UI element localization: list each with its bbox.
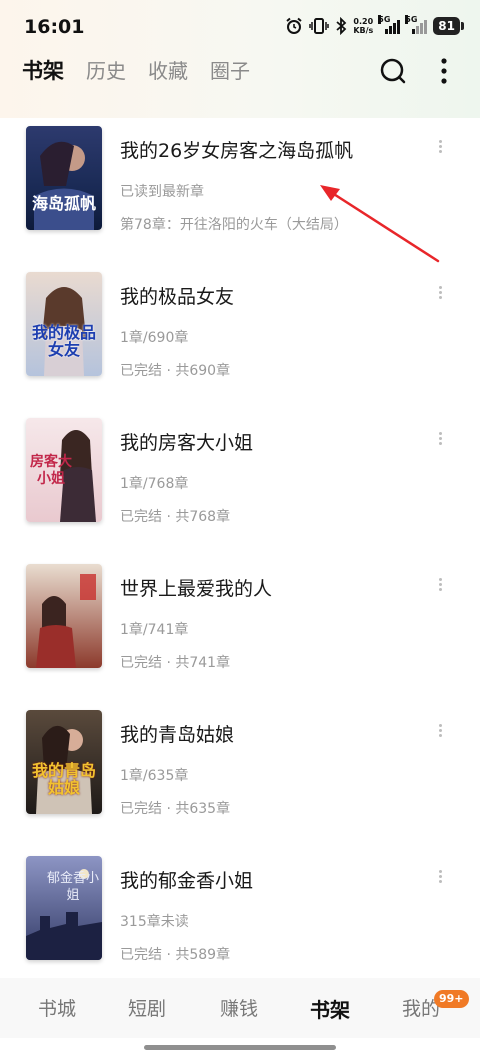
cover-title: 房客大小姐 (30, 454, 72, 487)
home-indicator[interactable] (144, 1045, 336, 1050)
net-speed-value: 0.20 (353, 17, 374, 26)
book-cover: 我的极品女友 (26, 272, 102, 376)
book-status: 已完结 · 共635章 (120, 801, 231, 817)
book-progress: 1章/741章 (120, 622, 189, 638)
book-progress: 1章/635章 (120, 768, 189, 784)
book-title: 我的26岁女房客之海岛孤帆 (120, 140, 354, 162)
search-icon (380, 58, 406, 84)
book-more-button[interactable] (430, 138, 450, 158)
cover-title: 我的青岛姑娘 (31, 761, 96, 797)
top-tabs: 书架 历史 收藏 圈子 (22, 55, 250, 85)
book-item[interactable]: 郁金香小姐 我的郁金香小姐 315章未读 已完结 · 共589章 (0, 848, 480, 994)
cover-title: 郁金香小姐 (46, 871, 99, 903)
book-status: 已完结 · 共690章 (120, 363, 231, 379)
alarm-icon (285, 17, 303, 35)
nav-earn[interactable]: 赚钱 (204, 994, 274, 1021)
search-button[interactable] (378, 56, 408, 86)
book-more-button[interactable] (430, 722, 450, 742)
book-cover: 海岛孤帆 (26, 126, 102, 230)
bluetooth-icon (335, 17, 347, 35)
book-cover: 郁金香小姐 (26, 856, 102, 960)
book-status: 已完结 · 共741章 (120, 655, 231, 671)
battery-icon: 81 (433, 17, 464, 35)
network-speed: 0.20 KB/s (353, 17, 373, 35)
notification-badge: 99+ (434, 990, 469, 1008)
tab-history[interactable]: 历史 (86, 55, 126, 84)
book-progress: 1章/690章 (120, 330, 189, 346)
book-status: 已完结 · 共768章 (120, 509, 231, 525)
book-title: 我的极品女友 (120, 286, 235, 308)
book-more-button[interactable] (430, 284, 450, 304)
nav-bookshelf[interactable]: 书架 (295, 994, 365, 1023)
book-title: 我的房客大小姐 (120, 432, 254, 454)
tab-bookshelf[interactable]: 书架 (22, 55, 64, 85)
book-status: 已完结 · 共589章 (120, 947, 231, 963)
cover-title: 我的极品女友 (31, 323, 96, 359)
annotation-arrow (300, 175, 450, 270)
book-more-button[interactable] (430, 868, 450, 888)
book-progress: 1章/768章 (120, 476, 189, 492)
signal-5g-label: 5G (378, 15, 391, 24)
book-title: 我的郁金香小姐 (120, 870, 254, 892)
net-speed-unit: KB/s (353, 26, 374, 35)
book-item[interactable]: 我的极品女友 我的极品女友 1章/690章 已完结 · 共690章 (0, 264, 480, 410)
signal-icon: 5G (378, 15, 401, 34)
book-cover: 我的青岛姑娘 (26, 710, 102, 814)
nav-bookstore[interactable]: 书城 (22, 994, 92, 1021)
book-title: 世界上最爱我的人 (120, 578, 273, 600)
more-vertical-icon (441, 58, 447, 84)
bottom-nav: 书城 短剧 赚钱 书架 我的 (0, 978, 480, 1038)
signal-icon-2: 5G (405, 15, 428, 34)
signal-5g-label-2: 5G (405, 15, 418, 24)
status-bar: 16:01 0.20 KB/s 5G 5G 81 (0, 0, 480, 50)
book-cover (26, 564, 102, 668)
vibrate-icon (309, 17, 330, 35)
book-read-status: 已读到最新章 (120, 184, 204, 200)
book-item[interactable]: 我的青岛姑娘 我的青岛姑娘 1章/635章 已完结 · 共635章 (0, 702, 480, 848)
book-item[interactable]: 世界上最爱我的人 1章/741章 已完结 · 共741章 (0, 556, 480, 702)
nav-short-drama[interactable]: 短剧 (112, 994, 182, 1021)
book-cover: 房客大小姐 (26, 418, 102, 522)
tab-favorites[interactable]: 收藏 (148, 55, 188, 84)
status-icons: 0.20 KB/s 5G 5G 81 (285, 14, 464, 38)
book-title: 我的青岛姑娘 (120, 724, 235, 746)
more-menu-button[interactable] (432, 56, 456, 86)
book-unread-count: 315章未读 (120, 914, 189, 930)
book-item[interactable]: 房客大小姐 我的房客大小姐 1章/768章 已完结 · 共768章 (0, 410, 480, 556)
tab-circle[interactable]: 圈子 (210, 55, 250, 84)
cover-title: 海岛孤帆 (31, 194, 96, 213)
book-more-button[interactable] (430, 576, 450, 596)
book-more-button[interactable] (430, 430, 450, 450)
status-time: 16:01 (24, 16, 85, 38)
